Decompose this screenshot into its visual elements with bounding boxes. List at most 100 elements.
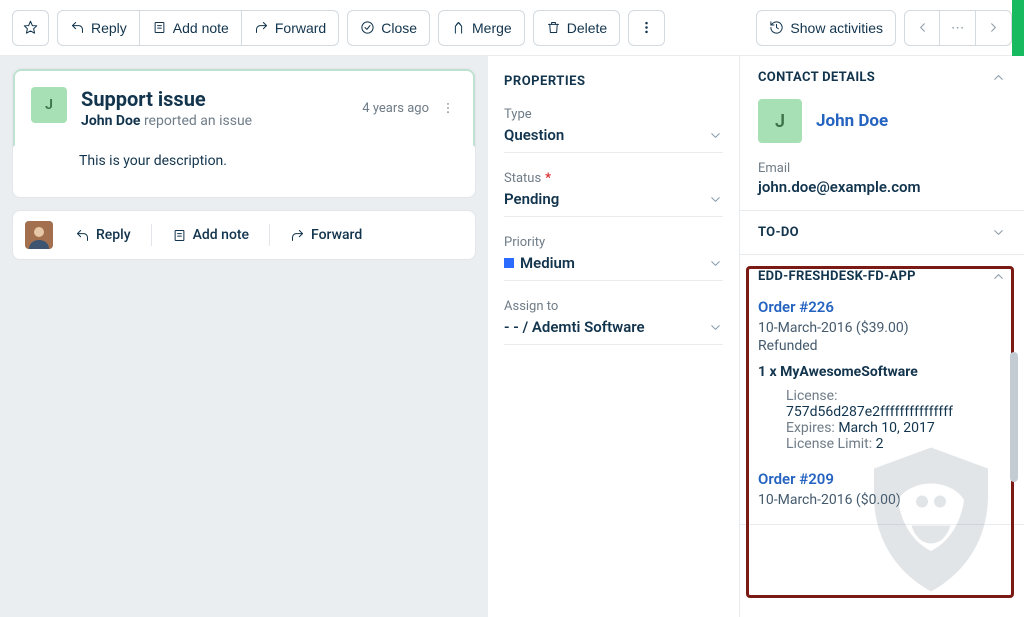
requester-avatar: J	[31, 87, 67, 123]
contact-panel: CONTACT DETAILS J John Doe Email john.do…	[740, 56, 1024, 211]
delete-button[interactable]: Delete	[533, 10, 620, 46]
chevron-up-icon	[991, 269, 1006, 284]
close-label: Close	[381, 20, 417, 36]
add-note-button[interactable]: Add note	[140, 10, 242, 46]
ticket-nav-dots[interactable]: ⋯	[940, 10, 976, 46]
order-link[interactable]: Order #209	[758, 470, 834, 488]
todo-panel-toggle[interactable]: TO-DO	[758, 225, 1006, 240]
reply-button[interactable]: Reply	[57, 10, 140, 46]
priority-value: Medium	[520, 254, 575, 272]
agent-avatar	[25, 221, 53, 249]
contact-panel-toggle[interactable]: CONTACT DETAILS	[758, 70, 1006, 85]
forward-label: Forward	[275, 20, 326, 36]
contact-name-link[interactable]: John Doe	[816, 111, 888, 131]
history-icon	[769, 20, 784, 35]
merge-button[interactable]: Merge	[438, 10, 525, 46]
chevron-left-icon	[915, 20, 930, 35]
forward-icon	[290, 228, 305, 243]
chevron-down-icon	[991, 225, 1006, 240]
note-icon	[152, 20, 167, 35]
order-date-price: 10-March-2016 ($39.00)	[758, 320, 1006, 336]
dots-vertical-icon	[639, 20, 654, 35]
prev-ticket-button[interactable]	[904, 10, 940, 46]
ticket-age: 4 years ago	[362, 101, 429, 116]
contact-avatar: J	[758, 99, 802, 143]
forward-icon	[254, 20, 269, 35]
scrollbar[interactable]	[1010, 352, 1018, 482]
forward-button[interactable]: Forward	[242, 10, 339, 46]
merge-icon	[451, 20, 466, 35]
chevron-down-icon	[708, 320, 723, 335]
priority-label: Priority	[504, 235, 723, 250]
conversation-card: J Support issue John Doe reported an iss…	[12, 68, 476, 198]
assign-dropdown[interactable]: - - / Ademti Software	[504, 318, 723, 345]
reply-icon	[70, 20, 85, 35]
resolve-button-edge[interactable]	[1012, 0, 1024, 56]
order-line-item: 1 x MyAwesomeSoftware	[758, 364, 1006, 380]
priority-dropdown[interactable]: Medium	[504, 254, 723, 281]
todo-panel: TO-DO	[740, 211, 1024, 255]
separator	[269, 224, 270, 246]
type-label: Type	[504, 107, 723, 122]
chevron-down-icon	[708, 128, 723, 143]
status-dropdown[interactable]: Pending	[504, 190, 723, 217]
editor-reply-button[interactable]: Reply	[63, 221, 143, 249]
order-link[interactable]: Order #226	[758, 298, 834, 316]
note-icon	[172, 228, 187, 243]
trash-icon	[546, 20, 561, 35]
chevron-down-icon	[708, 192, 723, 207]
email-value: john.doe@example.com	[758, 178, 1006, 196]
ticket-action: reported an issue	[144, 113, 252, 129]
expires-value: March 10, 2017	[838, 420, 934, 436]
check-circle-icon	[360, 20, 375, 35]
ticket-title: Support issue	[81, 87, 362, 111]
assign-value: - - / Ademti Software	[504, 318, 645, 336]
star-button[interactable]	[12, 10, 49, 46]
editor-addnote-label: Add note	[193, 227, 249, 243]
add-note-label: Add note	[173, 20, 229, 36]
priority-indicator-icon	[504, 258, 514, 268]
reply-icon	[75, 228, 90, 243]
chevron-up-icon	[991, 70, 1006, 85]
todo-section-title: TO-DO	[758, 225, 799, 240]
limit-label: License Limit:	[786, 436, 872, 452]
assign-label: Assign to	[504, 299, 723, 314]
show-activities-button[interactable]: Show activities	[756, 10, 896, 46]
order-date-price: 10-March-2016 ($0.00)	[758, 492, 1006, 508]
delete-label: Delete	[567, 20, 607, 36]
app-section-title: EDD-FRESHDESK-FD-APP	[758, 269, 916, 284]
email-label: Email	[758, 161, 1006, 176]
contact-section-title: CONTACT DETAILS	[758, 70, 875, 85]
chevron-right-icon	[986, 20, 1001, 35]
editor-forward-button[interactable]: Forward	[278, 221, 374, 249]
editor-addnote-button[interactable]: Add note	[160, 221, 261, 249]
reply-label: Reply	[91, 20, 127, 36]
dots-icon: ⋯	[951, 20, 964, 36]
editor-forward-label: Forward	[311, 227, 362, 243]
expires-label: Expires:	[786, 420, 835, 436]
show-activities-label: Show activities	[790, 20, 883, 36]
status-label: Status	[504, 171, 541, 186]
chevron-down-icon	[708, 256, 723, 271]
app-panel: EDD-FRESHDESK-FD-APP Order #226 10-March…	[740, 255, 1024, 525]
type-value: Question	[504, 126, 564, 144]
merge-label: Merge	[472, 20, 512, 36]
ticket-description: This is your description.	[13, 147, 475, 197]
ticket-author: John Doe	[81, 113, 140, 129]
app-panel-toggle[interactable]: EDD-FRESHDESK-FD-APP	[758, 269, 1006, 284]
close-button[interactable]: Close	[347, 10, 430, 46]
overflow-button[interactable]	[628, 10, 665, 46]
type-dropdown[interactable]: Question	[504, 126, 723, 153]
reply-editor-bar: Reply Add note Forward	[12, 210, 476, 260]
license-key: 757d56d287e2fffffffffffffff	[786, 404, 1006, 420]
next-ticket-button[interactable]	[976, 10, 1012, 46]
star-icon	[23, 20, 38, 35]
conversation-menu-button[interactable]	[439, 95, 457, 121]
order-status: Refunded	[758, 338, 1006, 354]
license-label: License:	[786, 388, 837, 404]
limit-value: 2	[876, 436, 884, 452]
editor-reply-label: Reply	[96, 227, 131, 243]
separator	[151, 224, 152, 246]
required-marker: *	[545, 171, 551, 186]
status-value: Pending	[504, 190, 559, 208]
